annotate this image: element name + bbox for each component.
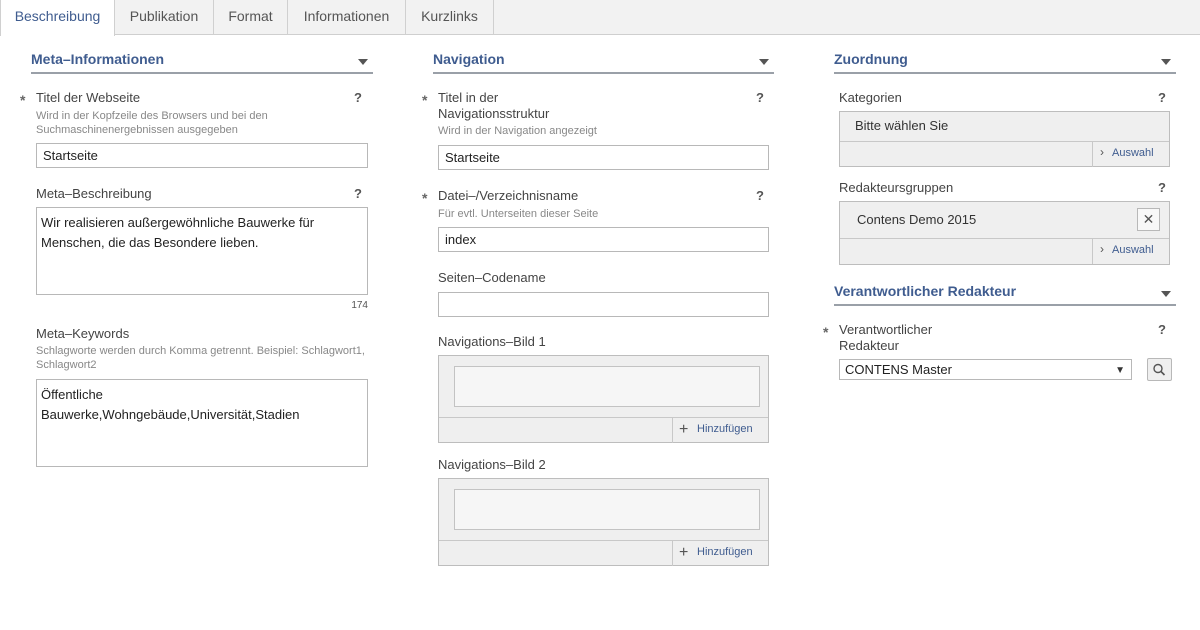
section-title: Zuordnung [834,51,908,67]
codename-field: Seiten–Codename [438,270,769,317]
image-preview [454,366,760,407]
image-toolbar: + Hinzufügen [439,540,768,566]
add-image-button[interactable]: + Hinzufügen [672,541,768,566]
field-label: Navigations–Bild 1 [438,334,546,349]
plus-icon: + [679,421,689,438]
section-header-navigation[interactable]: Navigation [433,46,774,74]
field-label: Titel der Webseite [36,90,141,105]
select-toolbar: › Auswahl [840,141,1169,167]
webpage-title-input[interactable]: Startseite [36,143,368,168]
select-button[interactable]: › Auswahl [1092,142,1169,167]
filename-field: * Datei–/Verzeichnisname Für evtl. Unter… [422,188,769,252]
field-hint: Wird in der Kopfzeile des Browsers und b… [36,110,268,136]
add-label: Hinzufügen [697,423,753,435]
chevron-down-icon[interactable] [1161,59,1171,65]
help-icon[interactable]: ? [354,90,362,105]
tab-informationen[interactable]: Informationen [288,0,406,35]
field-label: Meta–Beschreibung [36,186,152,201]
image-dropzone: + Hinzufügen [438,355,769,443]
section-title: Navigation [433,51,505,67]
field-label: Seiten–Codename [438,270,546,285]
field-label: Navigations–Bild 2 [438,457,546,472]
chevron-down-icon[interactable] [759,59,769,65]
tab-bar: Beschreibung Publikation Format Informat… [0,0,1200,36]
field-label: Meta–Keywords [36,326,130,341]
meta-description-field: Meta–Beschreibung ? Wir realisieren auße… [36,186,368,311]
editor-groups-select-box: Contens Demo 2015 ✕ › Auswahl [839,201,1170,265]
nav-title-field: * Titel in der Navigationsstruktur Wird … [422,90,769,170]
codename-input[interactable] [438,292,769,317]
meta-keywords-textarea[interactable]: Öffentliche Bauwerke,Wohngebäude,Univers… [36,379,368,467]
meta-column: Meta–Informationen * Titel der Webseite … [20,46,373,467]
help-icon[interactable]: ? [1158,322,1166,337]
tab-kurzlinks[interactable]: Kurzlinks [406,0,494,35]
char-counter: 174 [351,300,368,311]
field-hint: Schlagworte werden durch Komma getrennt.… [36,345,365,371]
add-image-button[interactable]: + Hinzufügen [672,418,768,443]
tab-publikation[interactable]: Publikation [115,0,214,35]
tab-beschreibung[interactable]: Beschreibung [0,0,115,36]
responsible-editor-field: * Verantwortlicher Redakteur ? CONTENS M… [823,322,1172,381]
help-icon[interactable]: ? [1158,90,1166,105]
select-button[interactable]: › Auswahl [1092,239,1169,264]
plus-icon: + [679,544,689,561]
help-icon[interactable]: ? [1158,180,1166,195]
categories-select-box: Bitte wählen Sie › Auswahl [839,111,1170,167]
nav-image1-field: Navigations–Bild 1 + Hinzufügen [438,334,769,443]
meta-keywords-field: Meta–Keywords Schlagworte werden durch K… [36,326,368,467]
select-label: Auswahl [1112,244,1154,256]
section-title: Verantwortlicher Redakteur [834,283,1017,299]
navigation-column: Navigation * Titel in der Navigationsstr… [422,46,774,566]
search-icon [1153,363,1166,376]
field-label: Redakteursgruppen [839,180,954,195]
required-marker: * [422,190,428,206]
editor-group-item: Contens Demo 2015 [857,212,977,227]
field-hint: Für evtl. Unterseiten dieser Seite [438,208,599,220]
chevron-down-icon[interactable] [358,59,368,65]
categories-placeholder: Bitte wählen Sie [855,118,949,133]
section-header-responsible[interactable]: Verantwortlicher Redakteur [834,278,1176,306]
nav-image2-field: Navigations–Bild 2 + Hinzufügen [438,457,769,566]
image-toolbar: + Hinzufügen [439,417,768,443]
categories-field: Kategorien ? Bitte wählen Sie › Auswahl [839,90,1170,167]
selected-value: CONTENS Master [845,362,952,377]
help-icon[interactable]: ? [756,90,764,105]
select-label: Auswahl [1112,147,1154,159]
chevron-down-icon[interactable] [1161,291,1171,297]
meta-description-textarea[interactable]: Wir realisieren außergewöhnliche Bauwerk… [36,207,368,295]
section-header-meta[interactable]: Meta–Informationen [31,46,373,74]
help-icon[interactable]: ? [756,188,764,203]
chevron-right-icon: › [1100,145,1104,159]
field-label: Datei–/Verzeichnisname [438,188,579,203]
tab-format[interactable]: Format [214,0,288,35]
image-dropzone: + Hinzufügen [438,478,769,566]
editor-groups-field: Redakteursgruppen ? Contens Demo 2015 ✕ … [839,180,1170,265]
section-header-assignment[interactable]: Zuordnung [834,46,1176,74]
required-marker: * [20,92,26,108]
field-hint: Wird in der Navigation angezeigt [438,125,597,137]
filename-input[interactable]: index [438,227,769,252]
chevron-right-icon: › [1100,242,1104,256]
responsible-editor-select[interactable]: CONTENS Master ▼ [839,359,1132,380]
caret-down-icon: ▼ [1115,365,1125,376]
add-label: Hinzufügen [697,546,753,558]
close-icon[interactable]: ✕ [1137,208,1160,231]
required-marker: * [422,92,428,108]
webpage-title-field: * Titel der Webseite Wird in der Kopfzei… [20,90,368,168]
field-label: Verantwortlicher Redakteur [839,322,933,353]
required-marker: * [823,324,829,340]
section-title: Meta–Informationen [31,51,165,67]
field-label: Titel in der Navigationsstruktur [438,90,550,121]
help-icon[interactable]: ? [354,186,362,201]
select-toolbar: › Auswahl [840,238,1169,264]
search-button[interactable] [1147,358,1172,381]
assignment-column: Zuordnung Kategorien ? Bitte wählen Sie … [823,46,1176,381]
image-preview [454,489,760,530]
field-label: Kategorien [839,90,902,105]
nav-title-input[interactable]: Startseite [438,145,769,170]
